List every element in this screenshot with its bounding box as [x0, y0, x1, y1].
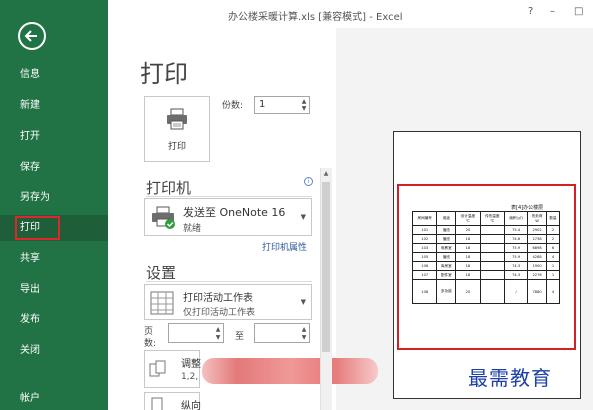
printer-status: 就绪: [183, 224, 202, 234]
maximize-button[interactable]: □: [574, 6, 583, 17]
collate-dropdown[interactable]: 调整 1,2,: [144, 350, 201, 388]
nav-item-open[interactable]: 打开: [0, 124, 108, 150]
nav-item-label: 帐户: [20, 393, 40, 404]
page-title: 打印: [140, 60, 188, 88]
orientation-title: 纵向: [181, 401, 201, 410]
pages-label: 页 数:: [144, 327, 157, 349]
nav-item-info[interactable]: 信息: [0, 62, 108, 88]
chevron-down-icon: ▼: [300, 213, 306, 221]
printer-dropdown[interactable]: 发送至 OneNote 16 就绪 ▼: [144, 198, 312, 236]
pages-to-label: 至: [235, 332, 245, 342]
spin-down-icon[interactable]: ▼: [214, 334, 222, 341]
divider: [146, 281, 312, 282]
nav-item-save[interactable]: 保存: [0, 155, 108, 181]
minimize-button[interactable]: –: [550, 6, 555, 17]
back-arrow-icon[interactable]: [18, 22, 46, 50]
nav-item-label: 另存为: [20, 192, 50, 203]
window-title: 办公楼采暖计算.xls [兼容模式] - Excel: [228, 12, 403, 23]
nav-item-export[interactable]: 导出: [0, 277, 108, 303]
scope-title: 打印活动工作表: [183, 293, 253, 304]
nav-item-label: 导出: [20, 284, 40, 295]
spin-up-icon[interactable]: ▲: [214, 326, 222, 333]
chevron-down-icon: ▼: [300, 298, 306, 306]
nav-item-save-as[interactable]: 另存为: [0, 185, 108, 211]
printer-ready-icon: [152, 206, 175, 229]
nav-item-share[interactable]: 共享: [0, 246, 108, 272]
nav-item-close[interactable]: 关闭: [0, 338, 108, 364]
help-button[interactable]: ?: [528, 6, 533, 17]
backstage-nav: 信息 新建 打开 保存 另存为 打印 共享 导出 发布 关闭 帐户: [0, 0, 108, 410]
highlight-box: [15, 216, 60, 240]
printer-properties-link[interactable]: 打印机属性: [262, 240, 307, 253]
nav-item-label: 新建: [20, 100, 40, 111]
scroll-thumb[interactable]: [322, 182, 330, 352]
copies-label: 份数:: [222, 101, 244, 111]
spin-up-icon[interactable]: ▲: [300, 326, 308, 333]
portrait-page-icon: [151, 397, 163, 410]
watermark-text: 最需教育: [468, 366, 552, 390]
nav-item-label: 打开: [20, 131, 40, 142]
scope-subtitle: 仅打印活动工作表: [183, 308, 256, 318]
info-icon[interactable]: i: [304, 177, 313, 186]
settings-header: 设置: [146, 264, 177, 282]
blurred-overlay: [202, 358, 378, 384]
orientation-dropdown[interactable]: 纵向: [144, 392, 201, 410]
spin-down-icon[interactable]: ▼: [300, 105, 308, 112]
nav-item-label: 共享: [20, 253, 40, 264]
nav-item-print[interactable]: 打印: [0, 215, 108, 241]
print-scope-dropdown[interactable]: 打印活动工作表 仅打印活动工作表 ▼: [144, 284, 312, 320]
spin-down-icon[interactable]: ▼: [300, 334, 308, 341]
copies-stepper[interactable]: 1 ▲ ▼: [254, 96, 310, 114]
printer-name: 发送至 OneNote 16: [183, 206, 286, 219]
divider: [146, 196, 312, 197]
collate-pages-icon: [149, 360, 166, 377]
nav-item-label: 关闭: [20, 345, 40, 356]
nav-item-account[interactable]: 帐户: [0, 386, 108, 410]
print-button[interactable]: 打印: [144, 96, 210, 162]
sheet-grid-icon: [150, 291, 174, 315]
pages-to-input[interactable]: ▲ ▼: [254, 323, 310, 343]
copies-value: 1: [259, 99, 266, 110]
nav-item-publish[interactable]: 发布: [0, 307, 108, 333]
pages-from-input[interactable]: ▲ ▼: [168, 323, 224, 343]
collate-subtitle: 1,2,: [181, 372, 199, 382]
nav-item-new[interactable]: 新建: [0, 93, 108, 119]
nav-item-label: 保存: [20, 162, 40, 173]
collate-title: 调整: [181, 359, 201, 370]
printer-icon: [167, 108, 187, 130]
nav-item-label: 信息: [20, 69, 40, 80]
highlight-frame: [397, 184, 576, 350]
nav-item-label: 发布: [20, 314, 40, 325]
printer-header: 打印机: [146, 179, 192, 197]
spin-up-icon[interactable]: ▲: [300, 98, 308, 105]
print-button-label: 打印: [167, 142, 186, 152]
scroll-up-icon[interactable]: ▲: [322, 170, 330, 178]
title-bar: 办公楼采暖计算.xls [兼容模式] - Excel ? – □: [108, 0, 593, 28]
